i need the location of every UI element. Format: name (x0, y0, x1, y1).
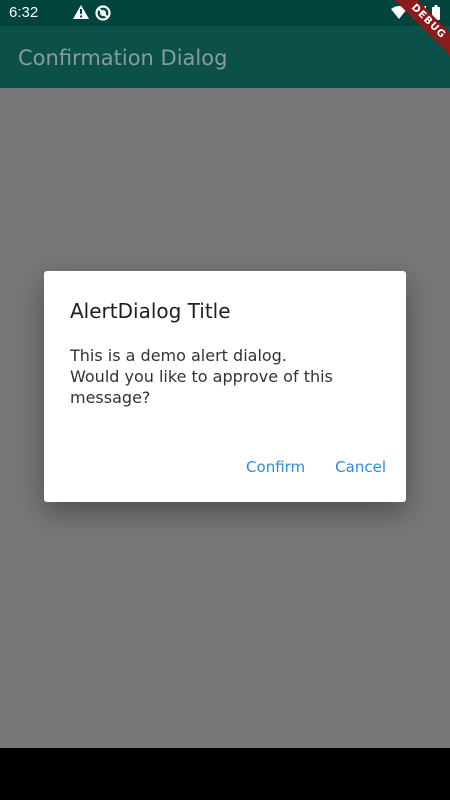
blocked-icon (95, 5, 111, 26)
status-left-icons (73, 5, 111, 26)
status-time: 6:32 (9, 4, 39, 21)
status-right-icons (391, 4, 440, 25)
dialog-message: This is a demo alert dialog. Would you l… (70, 346, 333, 407)
dialog-actions: Confirm Cancel (246, 458, 386, 476)
cancel-button[interactable]: Cancel (335, 458, 386, 476)
signal-icon (411, 4, 427, 24)
app-bar-title: Confirmation Dialog (18, 46, 228, 70)
alert-dialog: AlertDialog Title This is a demo alert d… (44, 271, 406, 502)
app-bar: Confirmation Dialog (0, 26, 450, 88)
status-bar: 6:32 (0, 0, 450, 26)
wifi-icon (391, 6, 407, 24)
dialog-title: AlertDialog Title (70, 299, 231, 323)
system-navigation-bar (0, 748, 450, 800)
battery-icon (432, 5, 440, 25)
warning-icon (73, 5, 89, 26)
confirm-button[interactable]: Confirm (246, 458, 305, 476)
